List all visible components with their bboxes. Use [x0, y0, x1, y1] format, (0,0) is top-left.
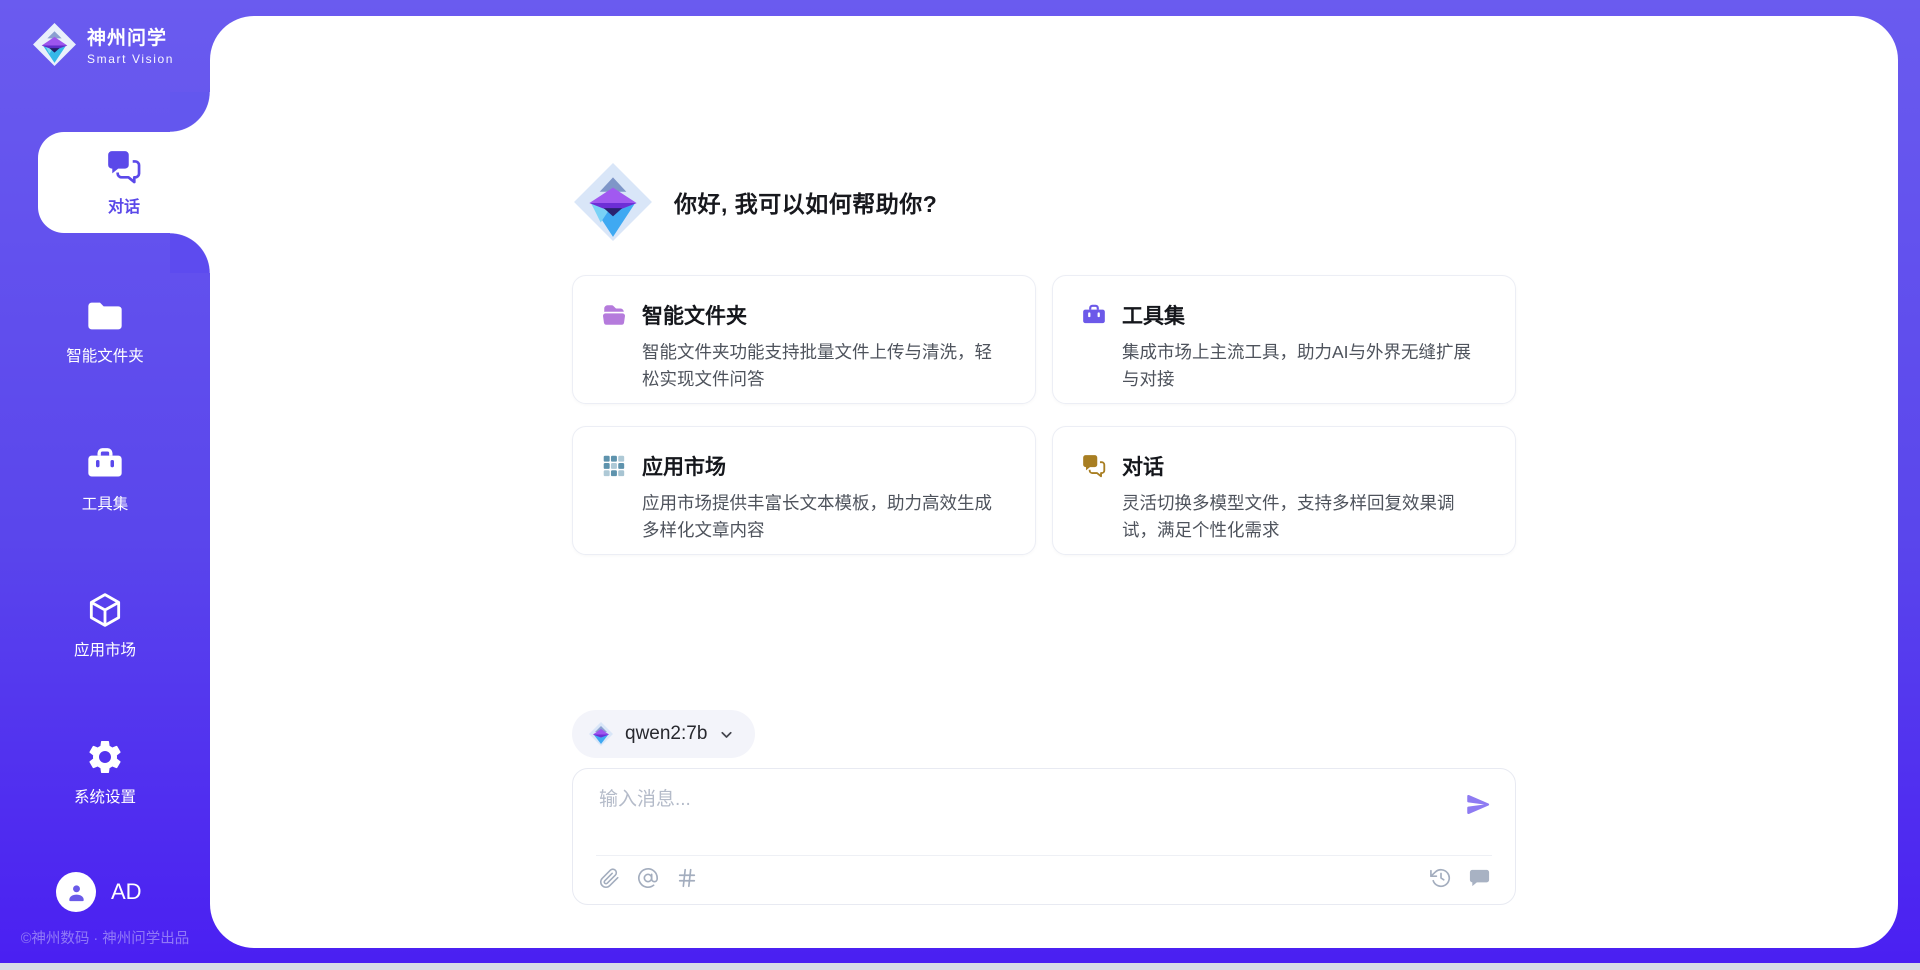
sidebar-item-toolset[interactable]: 工具集 — [0, 444, 210, 514]
card-title: 智能文件夹 — [642, 300, 747, 330]
composer-tools-left — [597, 866, 699, 890]
avatar — [56, 872, 96, 912]
folder-open-icon — [601, 302, 627, 328]
card-smart-folder[interactable]: 智能文件夹 智能文件夹功能支持批量文件上传与清洗，轻松实现文件问答 — [572, 275, 1036, 404]
toolbox-icon — [85, 444, 125, 484]
mention-button[interactable] — [636, 866, 660, 890]
card-title: 工具集 — [1122, 300, 1185, 330]
model-name: qwen2:7b — [625, 723, 707, 745]
card-title: 对话 — [1122, 451, 1164, 481]
sidebar-item-settings[interactable]: 系统设置 — [0, 737, 210, 807]
brand-logo-icon — [32, 22, 77, 67]
folder-icon — [85, 296, 125, 336]
card-description: 智能文件夹功能支持批量文件上传与清洗，轻松实现文件问答 — [642, 339, 1007, 393]
window-edge — [0, 963, 1920, 970]
greeting-text: 你好, 我可以如何帮助你? — [674, 185, 937, 219]
at-sign-icon — [637, 867, 659, 889]
apps-grid-icon — [601, 453, 627, 479]
toolbox-icon — [1081, 302, 1107, 328]
card-description: 集成市场上主流工具，助力AI与外界无缝扩展与对接 — [1122, 339, 1487, 393]
sidebar-item-label: 应用市场 — [74, 638, 136, 660]
card-description: 应用市场提供丰富长文本模板，助力高效生成多样化文章内容 — [642, 490, 1007, 544]
history-icon — [1430, 867, 1452, 889]
composer-tools-right — [1429, 866, 1491, 890]
card-app-market[interactable]: 应用市场 应用市场提供丰富长文本模板，助力高效生成多样化文章内容 — [572, 426, 1036, 555]
chat-bubble-icon — [1468, 867, 1491, 890]
conversations-button[interactable] — [1467, 866, 1491, 890]
sidebar-item-label: 工具集 — [82, 492, 129, 514]
user-name: AD — [111, 879, 142, 905]
card-toolset[interactable]: 工具集 集成市场上主流工具，助力AI与外界无缝扩展与对接 — [1052, 275, 1516, 404]
model-selector[interactable]: qwen2:7b — [572, 710, 755, 758]
send-button[interactable] — [1463, 791, 1493, 821]
sidebar-item-smart-folder[interactable]: 智能文件夹 — [0, 296, 210, 366]
greeting: 你好, 我可以如何帮助你? — [572, 161, 937, 243]
chat-icon — [105, 148, 143, 186]
model-logo-icon — [588, 721, 614, 747]
gear-icon — [85, 737, 125, 777]
feature-cards: 智能文件夹 智能文件夹功能支持批量文件上传与清洗，轻松实现文件问答 — [572, 275, 1516, 555]
message-input[interactable] — [597, 785, 1421, 847]
hashtag-button[interactable] — [675, 866, 699, 890]
cube-icon — [85, 590, 125, 630]
content-column: 你好, 我可以如何帮助你? 智能文件夹 智能文件夹功能支持批量文件上传与清洗，轻… — [572, 16, 1516, 948]
hash-icon — [676, 867, 698, 889]
assistant-logo-icon — [572, 161, 654, 243]
sidebar-item-label: 系统设置 — [74, 785, 136, 807]
chat-icon — [1081, 453, 1107, 479]
sidebar-item-label: 对话 — [108, 193, 140, 217]
app-root: 神州问学 Smart Vision 对话 智能文件夹 — [0, 0, 1920, 970]
send-icon — [1465, 791, 1492, 818]
main-panel: 你好, 我可以如何帮助你? 智能文件夹 智能文件夹功能支持批量文件上传与清洗，轻… — [210, 16, 1898, 948]
composer — [572, 768, 1516, 905]
card-description: 灵活切换多模型文件，支持多样回复效果调试，满足个性化需求 — [1122, 490, 1487, 544]
brand-name: 神州问学 — [87, 23, 174, 50]
brand: 神州问学 Smart Vision — [32, 22, 174, 67]
sidebar-item-app-market[interactable]: 应用市场 — [0, 590, 210, 660]
history-button[interactable] — [1429, 866, 1453, 890]
user-profile[interactable]: AD — [56, 872, 142, 912]
attach-file-button[interactable] — [597, 866, 621, 890]
card-chat[interactable]: 对话 灵活切换多模型文件，支持多样回复效果调试，满足个性化需求 — [1052, 426, 1516, 555]
paperclip-icon — [599, 868, 620, 889]
composer-divider — [596, 855, 1492, 856]
brand-subtitle: Smart Vision — [87, 52, 174, 66]
card-title: 应用市场 — [642, 451, 726, 481]
copyright: ©神州数码 · 神州问学出品 — [0, 927, 210, 948]
brand-text: 神州问学 Smart Vision — [87, 23, 174, 66]
sidebar-item-label: 智能文件夹 — [66, 344, 144, 366]
sidebar-item-chat[interactable]: 对话 — [38, 132, 210, 233]
person-icon — [65, 881, 88, 904]
sidebar: 神州问学 Smart Vision 对话 智能文件夹 — [0, 0, 210, 970]
chevron-down-icon — [718, 726, 735, 743]
